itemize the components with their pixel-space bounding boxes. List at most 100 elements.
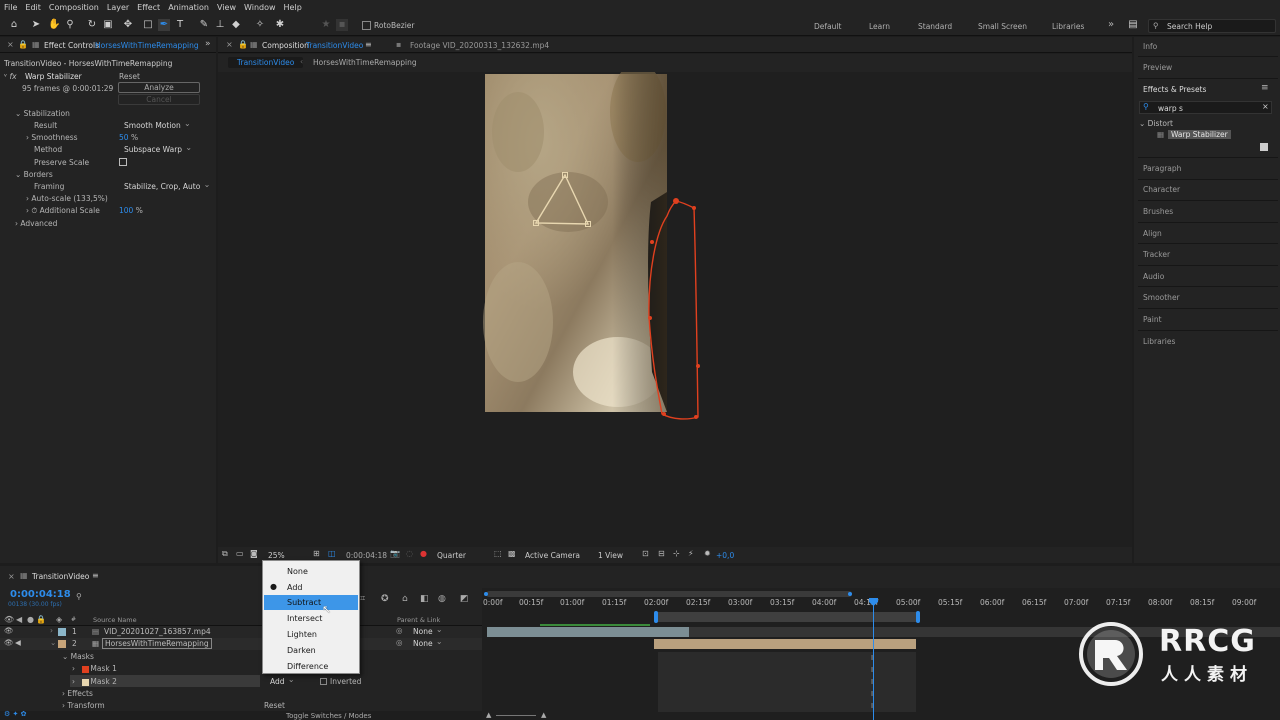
menu-file[interactable]: File: [0, 0, 21, 12]
channel-icon[interactable]: ●: [420, 549, 427, 558]
advanced-group[interactable]: › Advanced: [15, 219, 57, 228]
panel-overflow-icon[interactable]: »: [205, 39, 211, 49]
lock-icon[interactable]: 🔒: [18, 40, 28, 49]
rotate-tool-icon[interactable]: ↻: [86, 19, 98, 31]
source-name-header[interactable]: Source Name: [93, 616, 137, 624]
playhead-line[interactable]: [873, 602, 874, 720]
panel-layout-icon[interactable]: ▤: [1127, 19, 1139, 31]
exposure-value[interactable]: +0,0: [716, 551, 734, 560]
effects-search-input[interactable]: ⚲ warp s ×: [1139, 101, 1272, 114]
work-area-start-handle[interactable]: [484, 592, 488, 596]
autoscale-row[interactable]: › Auto-scale (133,5%): [26, 194, 108, 203]
menu-item-difference[interactable]: Difference: [264, 659, 358, 674]
timeline-zoom-slider[interactable]: [496, 715, 536, 716]
audio-panel-tab[interactable]: Audio: [1143, 272, 1164, 281]
comp-lock-icon[interactable]: 🔒: [238, 40, 248, 49]
effect-controls-tab-layer[interactable]: HorsesWithTimeRemapping: [95, 41, 199, 50]
effects-group[interactable]: › Effects: [62, 689, 93, 698]
mask-1-row[interactable]: › Mask 1: [72, 664, 117, 673]
workspace-small-screen[interactable]: Small Screen: [978, 22, 1027, 31]
borders-group[interactable]: ⌄ Borders: [15, 170, 53, 179]
views-dropdown[interactable]: 1 View: [598, 551, 623, 560]
range-start-handle[interactable]: [654, 611, 658, 623]
selection-tool-icon[interactable]: ➤: [30, 19, 42, 31]
search-help-input[interactable]: ⚲ Search Help: [1148, 19, 1276, 33]
zoom-range-bar[interactable]: [656, 612, 918, 622]
analyze-button[interactable]: Analyze: [118, 82, 200, 93]
motion-blur-icon[interactable]: ◧: [420, 594, 429, 604]
layer-2-expand-icon[interactable]: ⌄: [50, 638, 56, 647]
camera-dropdown[interactable]: Active Camera: [525, 551, 580, 560]
rectangle-tool-icon[interactable]: □: [142, 19, 154, 31]
close-comp-tab-icon[interactable]: ×: [226, 40, 233, 49]
cancel-button[interactable]: Cancel: [118, 94, 200, 105]
close-timeline-icon[interactable]: ×: [8, 572, 15, 581]
resolution-dropdown[interactable]: Quarter: [437, 551, 466, 560]
menu-item-none[interactable]: None: [264, 564, 358, 579]
libraries-panel-tab[interactable]: Libraries: [1143, 337, 1175, 346]
result-dropdown[interactable]: Smooth Motion: [124, 119, 190, 130]
clone-stamp-tool-icon[interactable]: ⊥: [214, 19, 226, 31]
warp-stabilizer-effect-item[interactable]: Warp Stabilizer: [1168, 130, 1231, 139]
pen-tool-icon[interactable]: ✒: [158, 19, 170, 31]
composition-tab-name[interactable]: TransitionVideo: [306, 41, 363, 50]
timeline-menu-icon[interactable]: ≡: [92, 571, 99, 580]
menu-window[interactable]: Window: [240, 0, 280, 12]
preview-panel-tab[interactable]: Preview: [1143, 63, 1172, 72]
effect-reset-link[interactable]: Reset: [119, 72, 140, 81]
graph-editor-icon[interactable]: ◍: [438, 594, 446, 604]
smoother-panel-tab[interactable]: Smoother: [1143, 293, 1180, 302]
additional-scale-row[interactable]: › ⏱ Additional Scale: [26, 206, 100, 216]
axis-icon[interactable]: ▪: [336, 19, 348, 31]
roi-icon[interactable]: ⬚: [494, 549, 502, 558]
masks-group[interactable]: ⌄ Masks: [62, 652, 94, 661]
layer-2-name[interactable]: HorsesWithTimeRemapping: [102, 638, 212, 649]
timeline-icon[interactable]: ⊟: [658, 549, 665, 558]
additional-scale-value[interactable]: 100: [119, 206, 133, 215]
layer-row-2[interactable]: 👁 ◀ ⌄ 2 ▦ HorsesWithTimeRemapping ◎ None: [0, 637, 482, 650]
layer-1-visibility-icon[interactable]: 👁: [4, 626, 14, 635]
snapshot-icon[interactable]: 📷: [390, 549, 400, 558]
transparency-grid-icon[interactable]: ▩: [508, 549, 516, 558]
zoom-in-icon[interactable]: ▲: [541, 711, 546, 719]
layer-1-label-color[interactable]: [58, 628, 66, 636]
transform-reset-link[interactable]: Reset: [264, 701, 285, 710]
shy-icon[interactable]: ✪: [381, 594, 389, 604]
region-of-interest-icon[interactable]: ◫: [328, 549, 336, 558]
workspace-standard[interactable]: Standard: [918, 22, 952, 31]
workspace-learn[interactable]: Learn: [869, 22, 890, 31]
toggle-switches-modes[interactable]: Toggle Switches / Modes: [286, 712, 371, 720]
smoothness-value[interactable]: 50: [119, 133, 129, 142]
effect-controls-tab[interactable]: Effect Controls: [44, 41, 99, 50]
mask-2-inverted-checkbox[interactable]: [320, 678, 327, 685]
layer-2-parent-dropdown[interactable]: None: [413, 637, 442, 648]
solo-switch-icon[interactable]: ◩: [460, 594, 469, 604]
work-area-bar[interactable]: [486, 591, 852, 597]
stabilization-group[interactable]: ⌄ Stabilization: [15, 109, 70, 118]
footer-icons[interactable]: ⚙ ✦ ✿: [4, 710, 26, 718]
subtab-horses[interactable]: HorsesWithTimeRemapping: [313, 58, 417, 67]
subtab-transitionvideo[interactable]: TransitionVideo: [228, 57, 304, 68]
mask-2-color[interactable]: [82, 679, 89, 686]
layer-1-name[interactable]: VID_20201027_163857.mp4: [104, 627, 211, 636]
preserve-scale-checkbox[interactable]: [119, 158, 127, 166]
eraser-tool-icon[interactable]: ◆: [230, 19, 242, 31]
timeline-search-icon[interactable]: ⚲: [76, 592, 82, 601]
close-tab-icon[interactable]: ×: [7, 40, 14, 49]
distort-category[interactable]: ⌄ Distort: [1139, 119, 1173, 128]
rotobezier-checkbox[interactable]: [362, 21, 371, 30]
menu-animation[interactable]: Animation: [164, 0, 213, 12]
fit-icon[interactable]: ⊞: [313, 549, 320, 558]
menu-edit[interactable]: Edit: [21, 0, 45, 12]
character-panel-tab[interactable]: Character: [1143, 185, 1180, 194]
layer-1-bar[interactable]: [487, 627, 689, 637]
layer-2-audio-icon[interactable]: ◀: [15, 638, 21, 647]
workspace-libraries[interactable]: Libraries: [1052, 22, 1084, 31]
menu-item-intersect[interactable]: Intersect: [264, 611, 358, 626]
menu-view[interactable]: View: [213, 0, 240, 12]
layer-2-pickwhip-icon[interactable]: ◎: [396, 638, 403, 647]
viewer-timecode[interactable]: 0:00:04:18: [346, 551, 387, 560]
work-area-end-handle[interactable]: [848, 592, 852, 596]
comp-tab-menu-icon[interactable]: ≡: [365, 40, 372, 49]
exposure-icon[interactable]: ✹: [704, 549, 711, 558]
